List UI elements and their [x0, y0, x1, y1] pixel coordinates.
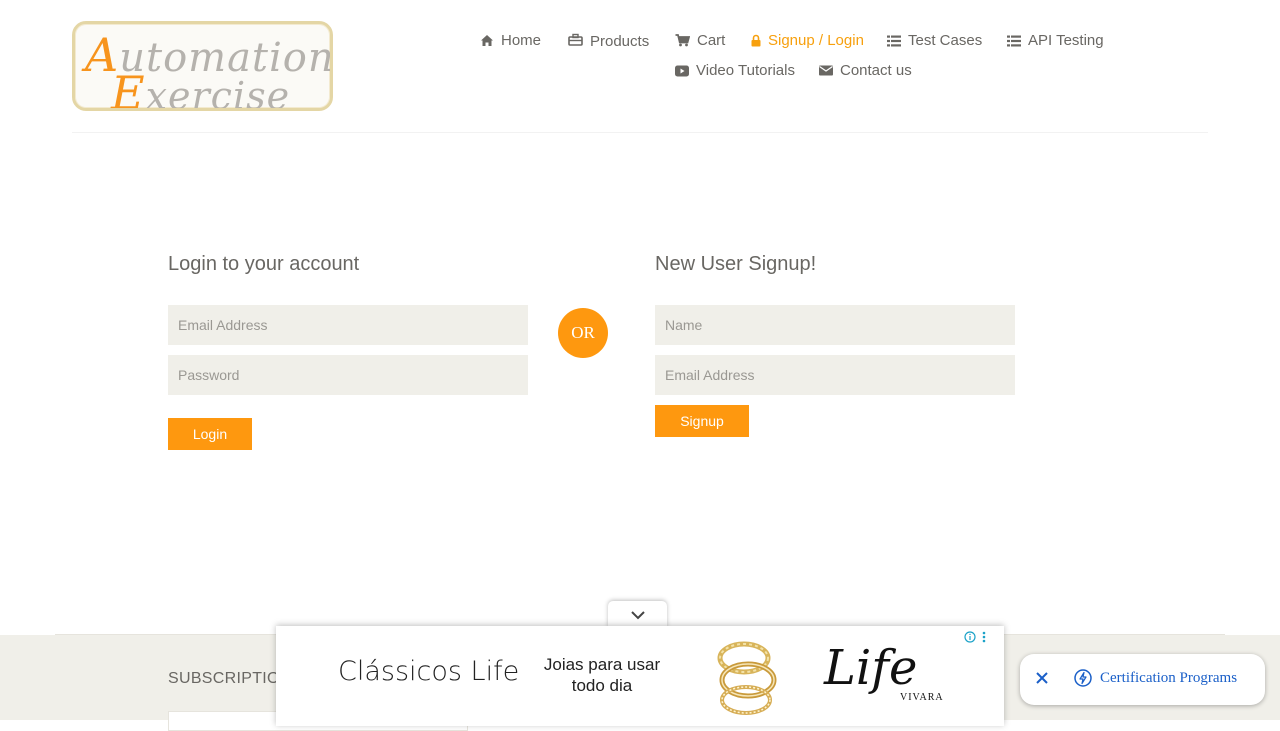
login-title: Login to your account	[168, 253, 360, 275]
logo-letter-e: E	[111, 66, 146, 111]
envelope-icon	[819, 65, 833, 76]
nav-cart[interactable]: Cart	[675, 32, 725, 49]
nav-api-testing-label: API Testing	[1028, 32, 1104, 49]
list-icon	[1007, 35, 1021, 46]
lock-icon	[751, 34, 761, 47]
info-icon[interactable]	[964, 631, 976, 643]
nav-signup-login[interactable]: Signup / Login	[751, 32, 864, 49]
nav-products[interactable]: Products	[568, 31, 650, 50]
nav-test-cases[interactable]: Test Cases	[887, 32, 982, 49]
chevron-down-icon	[630, 610, 645, 619]
site-logo[interactable]: Automation Exercise	[72, 21, 333, 111]
nav-test-cases-label: Test Cases	[908, 32, 983, 49]
nav-signup-login-label: Signup / Login	[768, 32, 864, 49]
cart-icon	[675, 34, 690, 47]
signup-title: New User Signup!	[655, 253, 817, 275]
youtube-icon	[675, 65, 689, 76]
signup-email-input[interactable]	[655, 355, 1015, 395]
close-icon[interactable]	[1034, 669, 1050, 687]
nav-home-label: Home	[501, 32, 542, 49]
products-icon	[568, 33, 583, 46]
ad-brand-logo: Life VIVARA	[824, 640, 943, 703]
nav-contact-us-label: Contact us	[840, 62, 912, 79]
signup-button[interactable]: Signup	[655, 405, 749, 437]
ad-subline: Joias para usar todo dia	[543, 655, 661, 695]
subscription-heading: SUBSCRIPTIO	[168, 670, 280, 687]
site-header: Automation Exercise Home Products Cart S…	[0, 0, 1280, 133]
nav-contact-us[interactable]: Contact us	[819, 62, 912, 79]
ad-brand-script: Life	[824, 640, 918, 696]
ad-collapse-toggle[interactable]	[608, 601, 667, 628]
more-options-icon[interactable]	[982, 631, 986, 643]
ad-brand-small: VIVARA	[900, 692, 944, 703]
nav-home[interactable]: Home	[480, 32, 541, 49]
ad-info-controls	[964, 631, 986, 643]
nav-api-testing[interactable]: API Testing	[1007, 32, 1104, 49]
login-button[interactable]: Login	[168, 418, 252, 450]
ad-banner[interactable]: Clássicos Life Joias para usar todo dia …	[276, 626, 1004, 726]
logo-word-exercise: xercise	[145, 74, 291, 111]
header-divider	[72, 132, 1208, 133]
login-email-input[interactable]	[168, 305, 528, 345]
ad-rings-image	[717, 641, 777, 715]
login-password-input[interactable]	[168, 355, 528, 395]
lightning-bolt-icon	[1074, 669, 1092, 687]
certification-banner-label: Certification Programs	[1100, 670, 1238, 686]
nav-cart-label: Cart	[697, 32, 726, 49]
nav-video-tutorials-label: Video Tutorials	[696, 62, 795, 79]
or-divider-badge: OR	[558, 308, 608, 358]
ad-headline: Clássicos Life	[338, 656, 520, 687]
home-icon	[481, 35, 493, 46]
list-icon	[887, 35, 901, 46]
nav-products-label: Products	[590, 33, 650, 50]
nav-video-tutorials[interactable]: Video Tutorials	[675, 62, 795, 79]
certification-banner[interactable]: Certification Programs	[1020, 654, 1265, 705]
signup-name-input[interactable]	[655, 305, 1015, 345]
